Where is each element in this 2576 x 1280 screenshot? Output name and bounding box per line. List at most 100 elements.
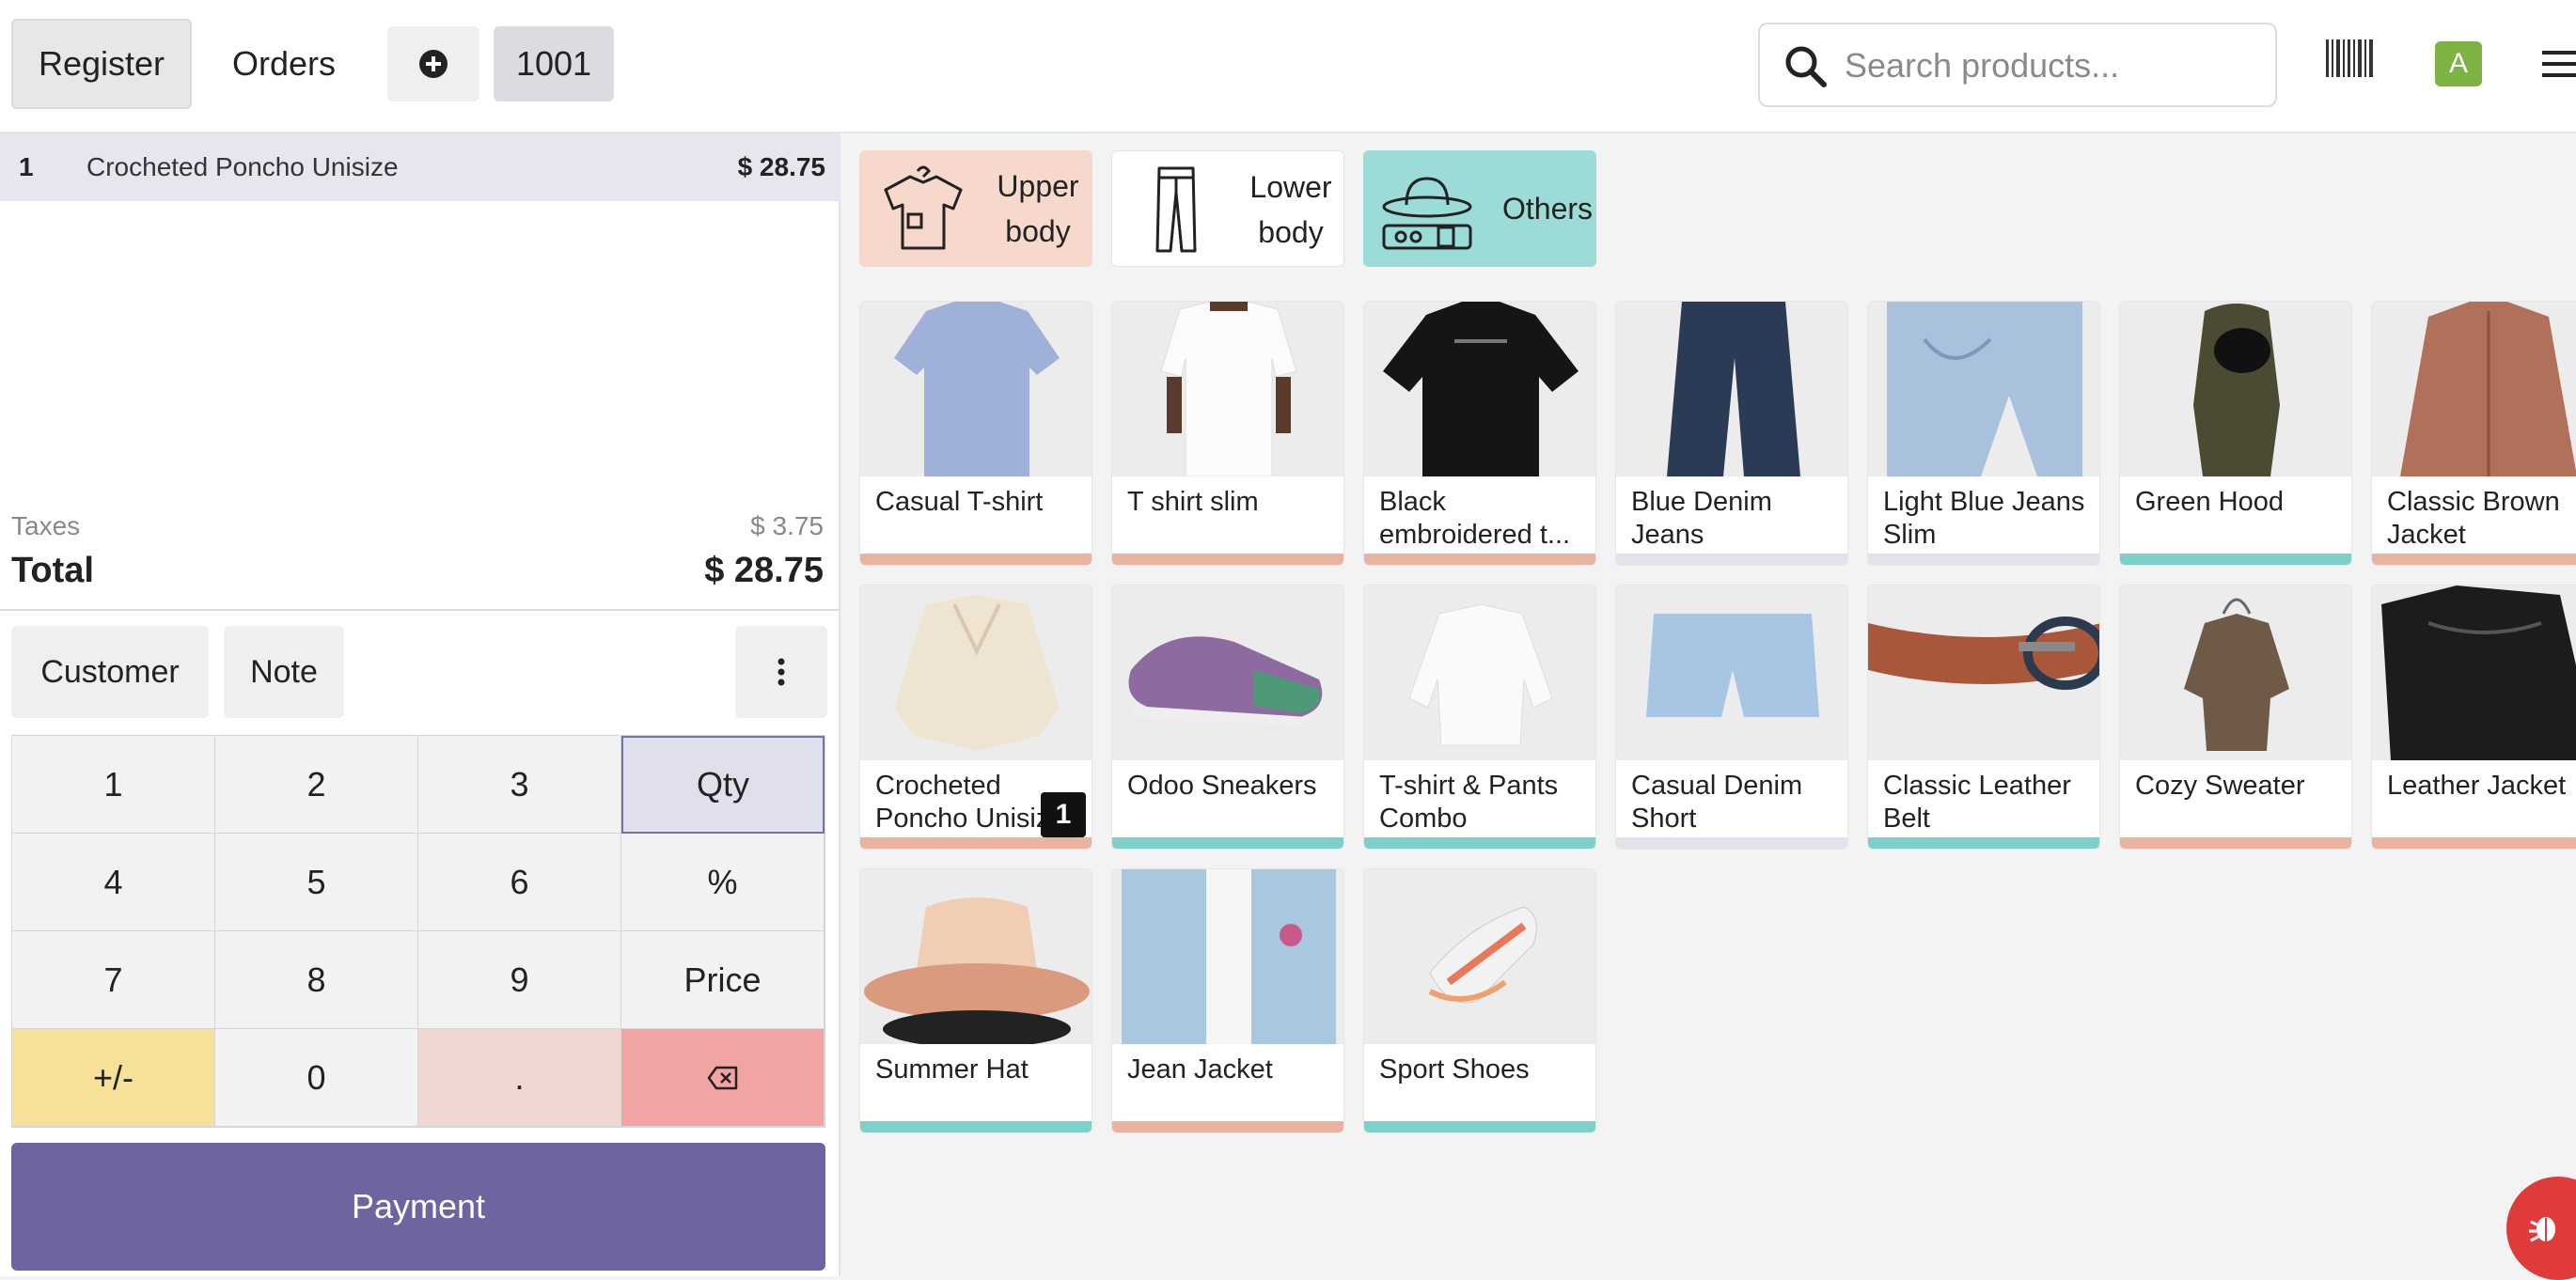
- product-category-bar: [860, 554, 1092, 565]
- product-image: [1364, 302, 1595, 476]
- numpad-mode-price[interactable]: Price: [621, 931, 825, 1029]
- order-line-qty: 1: [19, 152, 34, 181]
- product-category-bar: [1364, 554, 1595, 565]
- numpad-key-9[interactable]: 9: [418, 931, 621, 1029]
- search-box: [1758, 23, 2277, 107]
- product-card[interactable]: Leather Jacket: [2371, 585, 2576, 850]
- product-image: [1364, 869, 1595, 1044]
- new-order-button[interactable]: [387, 26, 479, 101]
- numpad-key-6[interactable]: 6: [418, 834, 621, 931]
- product-card[interactable]: Sport Shoes: [1363, 868, 1596, 1133]
- numpad-key-8[interactable]: 8: [215, 931, 418, 1029]
- register-button[interactable]: Register: [11, 19, 192, 109]
- product-category-bar: [1616, 837, 1847, 849]
- total-label: Total: [11, 551, 94, 590]
- product-card[interactable]: Classic Brown Jacket: [2371, 301, 2576, 566]
- numpad-key-1[interactable]: 1: [12, 736, 215, 834]
- category-label: Others: [1502, 192, 1594, 226]
- product-card[interactable]: Casual Denim Short: [1615, 585, 1848, 850]
- category-label: Upper body: [997, 169, 1079, 248]
- product-name: Light Blue Jeans Slim: [1883, 487, 2085, 550]
- numpad-key-sign[interactable]: +/-: [12, 1029, 215, 1127]
- product-name: Classic Brown Jacket: [2387, 487, 2560, 550]
- taxes-value: $ 3.75: [750, 511, 824, 540]
- user-avatar[interactable]: A: [2435, 41, 2482, 86]
- numpad-key-0[interactable]: 0: [215, 1029, 418, 1127]
- numpad-key-3[interactable]: 3: [418, 736, 621, 834]
- product-category-bar: [2120, 837, 2351, 849]
- barcode-icon[interactable]: [2326, 39, 2373, 77]
- product-category-bar: [1112, 1121, 1343, 1132]
- product-card[interactable]: Classic Leather Belt: [1867, 585, 2100, 850]
- category-lower-body[interactable]: Lower body: [1111, 150, 1344, 267]
- customer-button[interactable]: Customer: [11, 626, 209, 718]
- menu-icon[interactable]: [2538, 47, 2576, 81]
- numpad-key-2[interactable]: 2: [215, 736, 418, 834]
- product-category-bar: [860, 1121, 1092, 1132]
- product-image: [2120, 302, 2351, 476]
- numpad-key-4[interactable]: 4: [12, 834, 215, 931]
- order-panel: 1 Crocheted Poncho Unisize $ 28.75 Taxes…: [0, 133, 840, 1276]
- product-card[interactable]: Casual T-shirt: [859, 301, 1092, 566]
- product-card[interactable]: T shirt slim: [1111, 301, 1344, 566]
- total-value: $ 28.75: [704, 551, 824, 590]
- product-card[interactable]: Light Blue Jeans Slim: [1867, 301, 2100, 566]
- product-image: [1112, 585, 1343, 760]
- product-image: [1616, 585, 1847, 760]
- vertical-dots-icon: [778, 658, 785, 686]
- numpad-key-decimal[interactable]: .: [418, 1029, 621, 1127]
- order-line[interactable]: 1 Crocheted Poncho Unisize $ 28.75: [0, 133, 840, 201]
- product-name: Sport Shoes: [1379, 1054, 1530, 1085]
- product-category-bar: [1868, 554, 2099, 565]
- numpad: 1 2 3 Qty 4 5 6 % 7 8 9 Price +/- 0 .: [11, 735, 825, 1128]
- numpad-mode-qty[interactable]: Qty: [621, 736, 825, 834]
- category-label: Lower body: [1249, 170, 1332, 249]
- product-image: [1616, 302, 1847, 476]
- product-category-bar: [1868, 837, 2099, 849]
- product-card[interactable]: Odoo Sneakers: [1111, 585, 1344, 850]
- product-image: [2372, 585, 2576, 760]
- product-image: [1112, 302, 1343, 476]
- payment-button[interactable]: Payment: [11, 1143, 825, 1271]
- product-name: Blue Denim Jeans: [1631, 487, 1772, 550]
- product-name: T shirt slim: [1127, 487, 1259, 517]
- orders-button[interactable]: Orders: [209, 19, 359, 109]
- product-card[interactable]: T-shirt & Pants Combo: [1363, 585, 1596, 850]
- product-card[interactable]: Blue Denim Jeans: [1615, 301, 1848, 566]
- product-name: Leather Jacket: [2387, 771, 2567, 801]
- product-card[interactable]: Cozy Sweater: [2119, 585, 2352, 850]
- numpad-key-7[interactable]: 7: [12, 931, 215, 1029]
- product-category-bar: [2120, 554, 2351, 565]
- current-order-tab[interactable]: 1001: [494, 26, 614, 101]
- product-name: Classic Leather Belt: [1883, 771, 2071, 834]
- product-card[interactable]: Black embroidered t...: [1363, 301, 1596, 566]
- more-actions-button[interactable]: [735, 626, 827, 718]
- numpad-key-5[interactable]: 5: [215, 834, 418, 931]
- product-name: Casual T-shirt: [875, 487, 1044, 517]
- product-image: [2120, 585, 2351, 760]
- category-others[interactable]: Others: [1363, 150, 1596, 267]
- product-image: [1112, 869, 1343, 1044]
- product-image: [1868, 585, 2099, 760]
- product-name: Black embroidered t...: [1379, 487, 1571, 550]
- search-input[interactable]: [1845, 38, 2258, 94]
- product-image: [1364, 585, 1595, 760]
- product-card[interactable]: Green Hood: [2119, 301, 2352, 566]
- product-category-bar: [2372, 554, 2576, 565]
- product-image: [860, 869, 1092, 1044]
- product-card[interactable]: Jean Jacket: [1111, 868, 1344, 1133]
- numpad-backspace-button[interactable]: [621, 1029, 825, 1127]
- order-line-price: $ 28.75: [737, 152, 825, 181]
- category-upper-body[interactable]: Upper body: [859, 150, 1092, 267]
- plus-circle-icon: [419, 50, 448, 78]
- numpad-mode-discount[interactable]: %: [621, 834, 825, 931]
- debug-button[interactable]: [2506, 1177, 2576, 1280]
- product-card[interactable]: Crocheted Poncho Unisize 1: [859, 585, 1092, 850]
- product-card[interactable]: Summer Hat: [859, 868, 1092, 1133]
- product-name: Cozy Sweater: [2135, 771, 2305, 801]
- note-button[interactable]: Note: [224, 626, 344, 718]
- product-name: Odoo Sneakers: [1127, 771, 1317, 801]
- product-image: [1868, 302, 2099, 476]
- taxes-label: Taxes: [11, 511, 81, 540]
- divider: [0, 609, 840, 611]
